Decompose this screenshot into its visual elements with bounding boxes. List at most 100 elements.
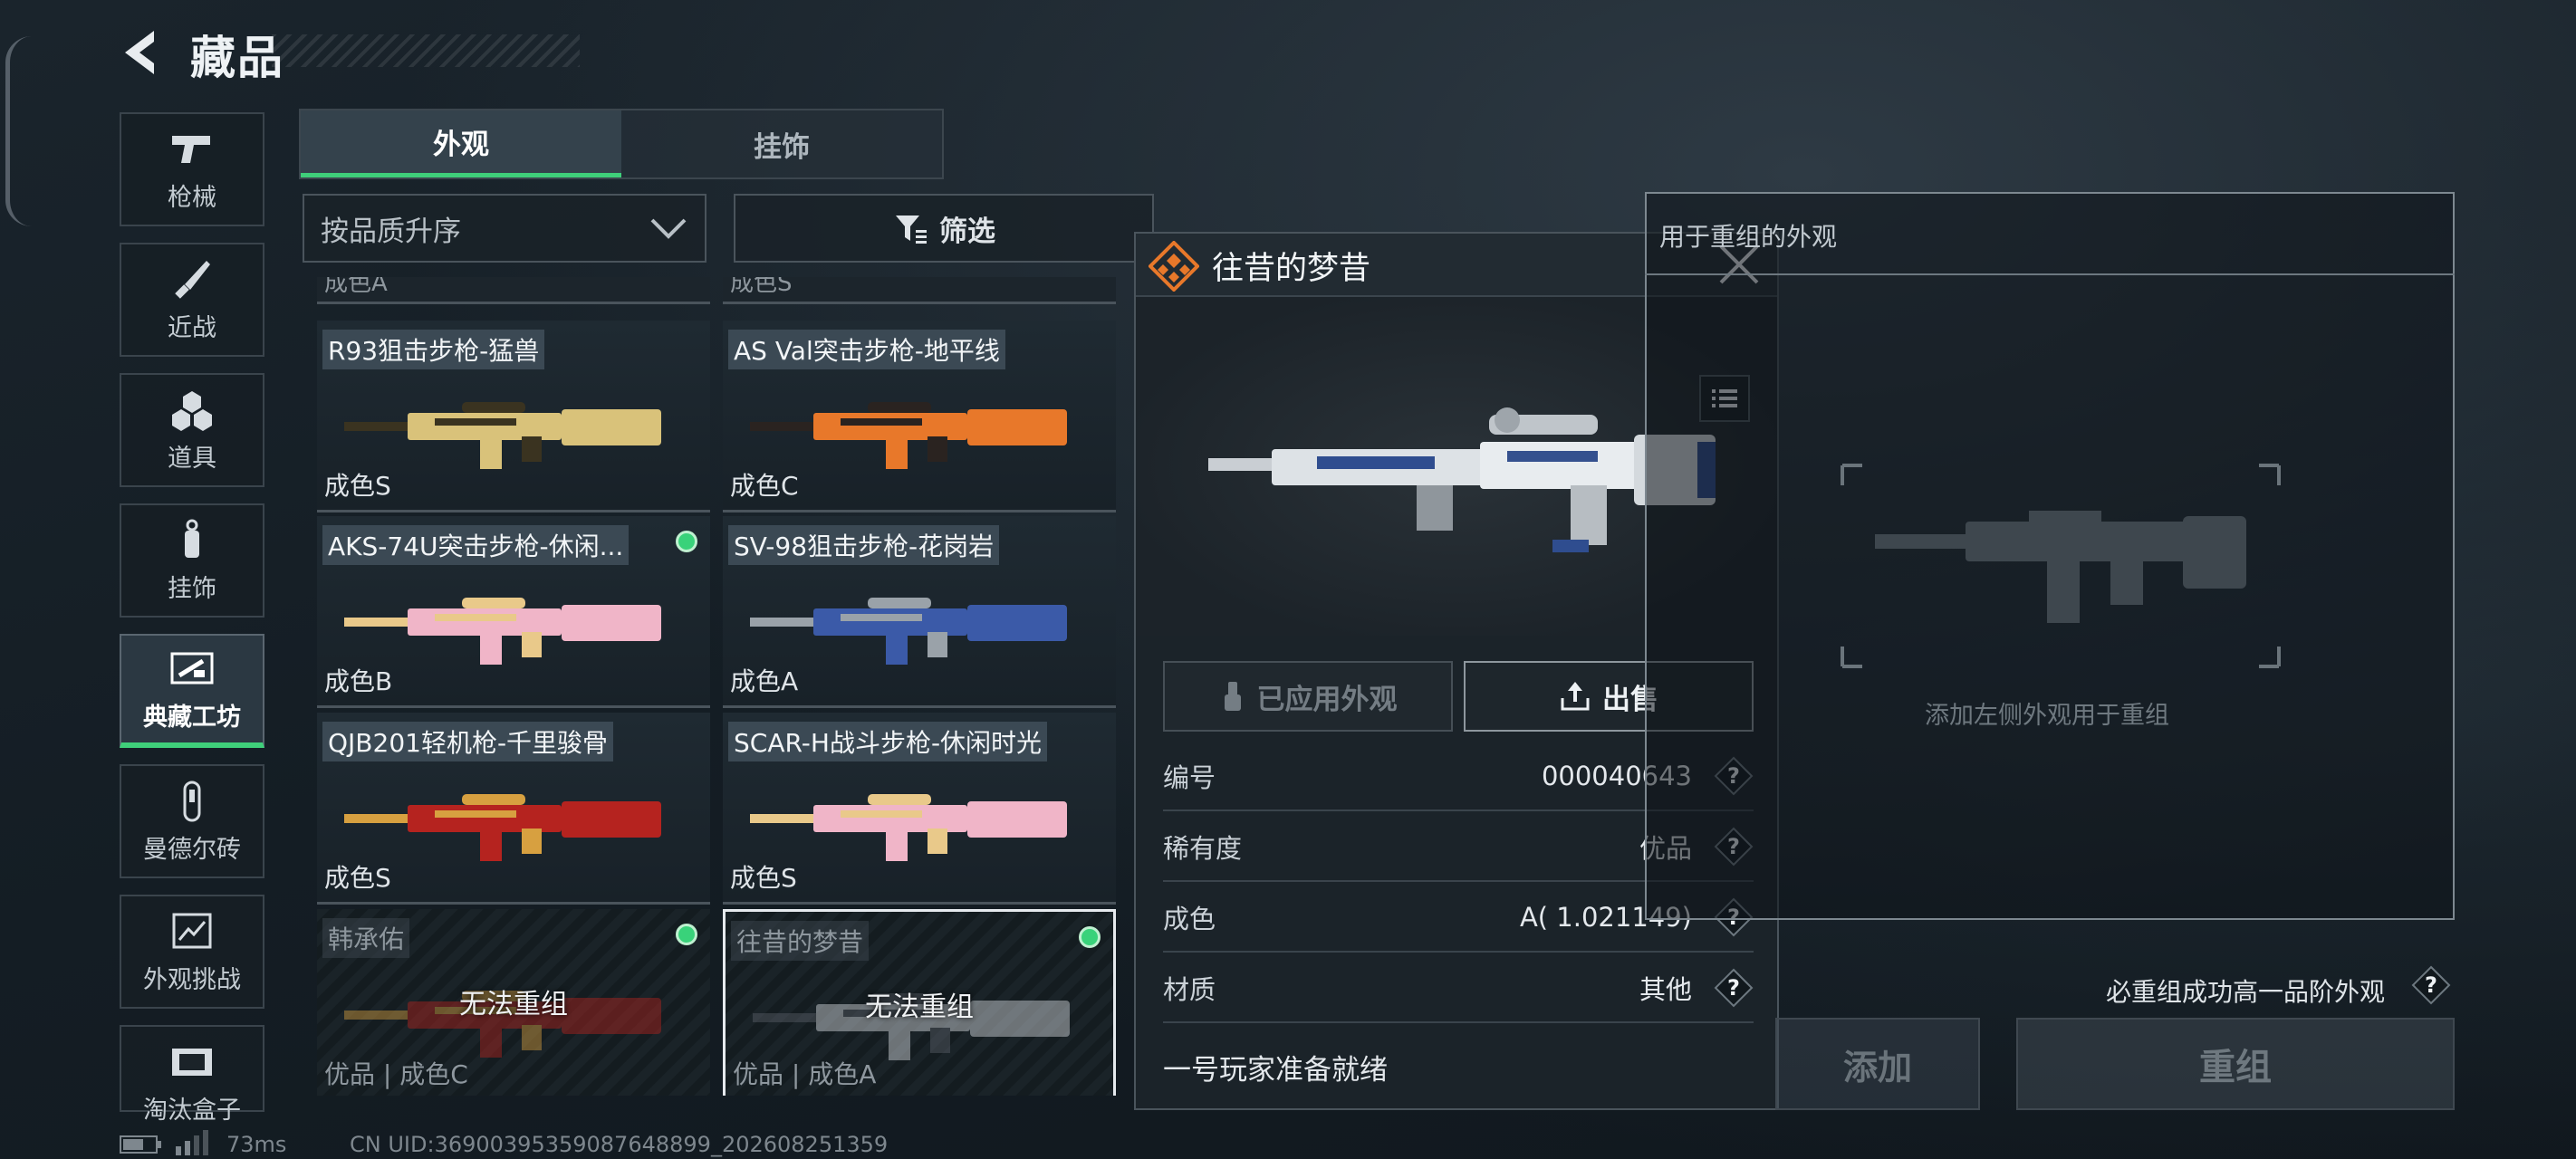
player-ready-status: 一号玩家准备就绪 — [1163, 1054, 1388, 1087]
detail-key: 材质 — [1163, 974, 1216, 1005]
help-icon[interactable]: ? — [1714, 968, 1754, 1008]
skin-card[interactable]: 往昔的梦昔无法重组优品 | 成色A — [723, 909, 1116, 1096]
equipped-indicator-icon — [676, 924, 697, 945]
skin-card[interactable]: SV-98狙击步枪-花岗岩成色A — [723, 516, 1116, 708]
tab-appearance[interactable]: 外观 — [301, 110, 621, 177]
nav-item-1[interactable]: 近战 — [120, 243, 264, 357]
skin-name: 韩承佑 — [322, 918, 410, 958]
recombine-title: 用于重组的外观 — [1659, 222, 1838, 252]
skin-grade: 成色S — [730, 863, 797, 893]
skin-card[interactable]: 韩承佑 无法重组 优品 | 成色C — [317, 909, 710, 1096]
popup-title: 往昔的梦昔 — [1212, 251, 1371, 287]
skin-image — [344, 598, 661, 665]
tab-bar: 外观 挂饰 — [299, 109, 944, 179]
nav-item-label: 枪械 — [168, 183, 216, 212]
partial-grade: 成色A — [324, 277, 388, 297]
skin-name: R93狙击步枪-猛兽 — [322, 330, 545, 369]
applied-skin-label: 已应用外观 — [1256, 683, 1398, 716]
equipped-indicator-icon — [676, 531, 697, 552]
nav-item-label: 挂饰 — [168, 574, 216, 603]
applied-skin-button: 已应用外观 — [1163, 661, 1453, 732]
battery-icon — [120, 1135, 161, 1154]
guarantee-text: 必重组成功高一品阶外观 — [2106, 977, 2386, 1007]
skin-grade: 优品 | 成色A — [733, 1059, 877, 1089]
skin-grade: 成色A — [730, 666, 799, 696]
skin-grade: 成色S — [324, 863, 391, 893]
detail-row: 材质 其他? — [1163, 954, 1754, 1023]
detail-key: 成色 — [1163, 904, 1216, 934]
page-title: 藏品 — [190, 32, 284, 84]
grid-item-partial[interactable]: 成色A — [317, 277, 710, 304]
skin-image — [344, 402, 661, 469]
edge-decoration — [5, 36, 32, 226]
skin-image — [344, 794, 661, 861]
skin-name: 往昔的梦昔 — [731, 921, 870, 961]
signal-icon — [176, 1130, 208, 1155]
nav-item-0[interactable]: 枪械 — [120, 112, 264, 226]
tab-charm[interactable]: 挂饰 — [621, 110, 942, 177]
skin-grade: 成色S — [324, 471, 391, 501]
nav-item-label: 外观挑战 — [143, 965, 241, 994]
ping-value: 73ms — [226, 1132, 287, 1157]
nav-item-6[interactable]: 外观挑战 — [120, 895, 264, 1009]
nav-item-4[interactable]: 典藏工坊 — [120, 634, 264, 748]
nav-item-5[interactable]: 曼德尔砖 — [120, 764, 264, 878]
svg-text:?: ? — [2425, 972, 2437, 998]
equipped-indicator-icon — [1079, 926, 1101, 948]
help-icon[interactable]: ? — [2411, 965, 2451, 1005]
skin-card[interactable]: AS Val突击步枪-地平线成色C — [723, 321, 1116, 512]
detail-key: 稀有度 — [1163, 833, 1243, 864]
skin-name: SV-98狙击步枪-花岗岩 — [728, 525, 1000, 565]
skin-card[interactable]: QJB201轻机枪-千里骏骨成色S — [317, 713, 710, 905]
skin-grade: 成色C — [730, 471, 799, 501]
detail-value: 其他 — [1639, 974, 1692, 1005]
skin-image — [750, 794, 1067, 861]
paint-icon — [1224, 682, 1241, 711]
knife-icon — [167, 257, 217, 302]
box-icon — [167, 1039, 217, 1085]
filter-icon — [896, 216, 927, 244]
sort-dropdown[interactable]: 按品质升序 — [303, 194, 706, 263]
nav-item-label: 近战 — [168, 313, 216, 342]
recombine-hint: 添加左侧外观用于重组 — [1925, 702, 2169, 730]
workshop-icon — [167, 647, 217, 692]
skin-grade: 优品 | 成色C — [324, 1059, 468, 1089]
skin-card[interactable]: SCAR-H战斗步枪-休闲时光 成色S — [723, 713, 1116, 905]
grid-item-partial[interactable]: 成色S — [723, 277, 1116, 304]
challenge-icon — [167, 909, 217, 954]
brick-icon — [167, 779, 217, 824]
skin-grid: 成色A 成色S R93狙击步枪-猛兽 成色S AS Val突击步枪-地平线 成色C AKS-… — [317, 277, 1123, 1096]
skin-name: AS Val突击步枪-地平线 — [728, 330, 1005, 369]
cannot-recombine-label: 无法重组 — [865, 991, 974, 1023]
charm-icon — [167, 518, 217, 563]
skin-grade: 成色B — [324, 666, 393, 696]
recombine-slot-placeholder[interactable] — [1839, 462, 2283, 670]
nav-item-label: 典藏工坊 — [143, 703, 241, 732]
title-decoration — [272, 34, 580, 67]
nav-item-label: 道具 — [168, 444, 216, 473]
sell-icon — [1561, 682, 1590, 711]
filter-button[interactable]: 筛选 — [734, 194, 1154, 263]
recombine-button[interactable]: 重组 — [2016, 1018, 2455, 1110]
pistol-icon — [167, 127, 217, 172]
filter-label: 筛选 — [939, 215, 995, 248]
sort-label: 按品质升序 — [321, 215, 461, 248]
recombine-divider — [1645, 273, 2455, 275]
rarity-diamond-icon — [1149, 241, 1199, 292]
user-uid: CN UID:369003953590876488​99_20260825135… — [350, 1132, 889, 1157]
nav-item-7[interactable]: 淘汰盒子 — [120, 1025, 264, 1125]
skin-name: QJB201轻机枪-千里骏骨 — [322, 722, 614, 761]
skin-card[interactable]: AKS-74U突击步枪-休闲... 成色B — [317, 516, 710, 708]
svg-text:?: ? — [1727, 975, 1740, 1001]
chevron-down-icon — [650, 218, 687, 239]
add-button[interactable]: 添加 — [1775, 1018, 1980, 1110]
partial-grade: 成色S — [730, 277, 793, 297]
nav-item-label: 曼德尔砖 — [143, 835, 241, 864]
back-arrow-icon[interactable] — [118, 27, 165, 78]
skin-card[interactable]: R93狙击步枪-猛兽成色S — [317, 321, 710, 512]
nav-item-2[interactable]: 道具 — [120, 373, 264, 487]
hexagon-cluster-icon — [167, 388, 217, 433]
skin-name: AKS-74U突击步枪-休闲... — [322, 525, 630, 565]
detail-key: 编号 — [1163, 762, 1216, 793]
nav-item-3[interactable]: 挂饰 — [120, 503, 264, 618]
